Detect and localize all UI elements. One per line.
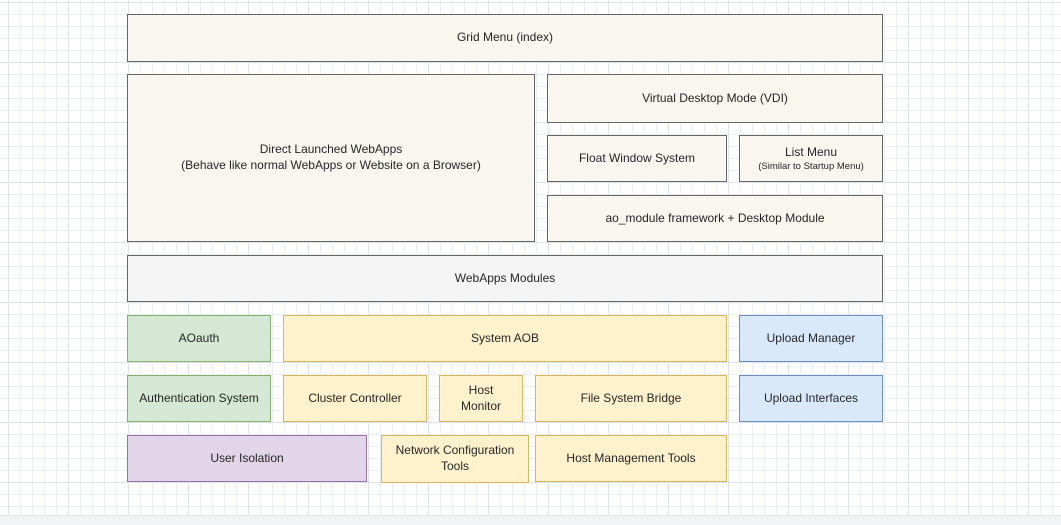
box-label: System AOB [471,331,539,347]
box-label-line1: Direct Launched WebApps [260,142,403,158]
box-grid-menu[interactable]: Grid Menu (index) [127,14,883,62]
box-virtual-desktop-mode[interactable]: Virtual Desktop Mode (VDI) [547,74,883,123]
box-list-menu[interactable]: List Menu (Similar to Startup Menu) [739,135,883,182]
box-aoauth[interactable]: AOauth [127,315,271,362]
box-upload-interfaces[interactable]: Upload Interfaces [739,375,883,422]
box-host-monitor[interactable]: Host Monitor [439,375,523,422]
box-upload-manager[interactable]: Upload Manager [739,315,883,362]
box-user-isolation[interactable]: User Isolation [127,435,367,482]
box-label: Host Management Tools [566,451,695,467]
box-label: Virtual Desktop Mode (VDI) [642,91,788,107]
box-direct-launched-webapps[interactable]: Direct Launched WebApps (Behave like nor… [127,74,535,242]
box-authentication-system[interactable]: Authentication System [127,375,271,422]
box-host-management-tools[interactable]: Host Management Tools [535,435,727,482]
box-label-line2: (Behave like normal WebApps or Website o… [181,158,481,174]
box-float-window-system[interactable]: Float Window System [547,135,727,182]
box-webapps-modules[interactable]: WebApps Modules [127,255,883,302]
box-label: Cluster Controller [308,391,401,407]
box-label: Host Monitor [448,383,514,414]
box-file-system-bridge[interactable]: File System Bridge [535,375,727,422]
diagram-canvas: Grid Menu (index) Direct Launched WebApp… [0,0,1061,525]
box-label: WebApps Modules [455,271,556,287]
box-label: Grid Menu (index) [457,30,553,46]
box-label: ao_module framework + Desktop Module [605,211,824,227]
box-label: User Isolation [210,451,283,467]
box-label: AOauth [179,331,220,347]
box-label: List Menu [785,145,837,161]
box-label: Network Configuration Tools [390,443,520,474]
box-sublabel: (Similar to Startup Menu) [758,161,864,172]
box-label: Upload Manager [767,331,856,347]
box-label: File System Bridge [581,391,682,407]
box-label: Float Window System [579,151,695,167]
box-label: Upload Interfaces [764,391,858,407]
box-ao-module-framework[interactable]: ao_module framework + Desktop Module [547,195,883,242]
box-cluster-controller[interactable]: Cluster Controller [283,375,427,422]
horizontal-scrollbar[interactable] [0,515,1061,525]
box-network-configuration-tools[interactable]: Network Configuration Tools [381,435,529,483]
box-system-aob[interactable]: System AOB [283,315,727,362]
box-label: Authentication System [139,391,258,407]
